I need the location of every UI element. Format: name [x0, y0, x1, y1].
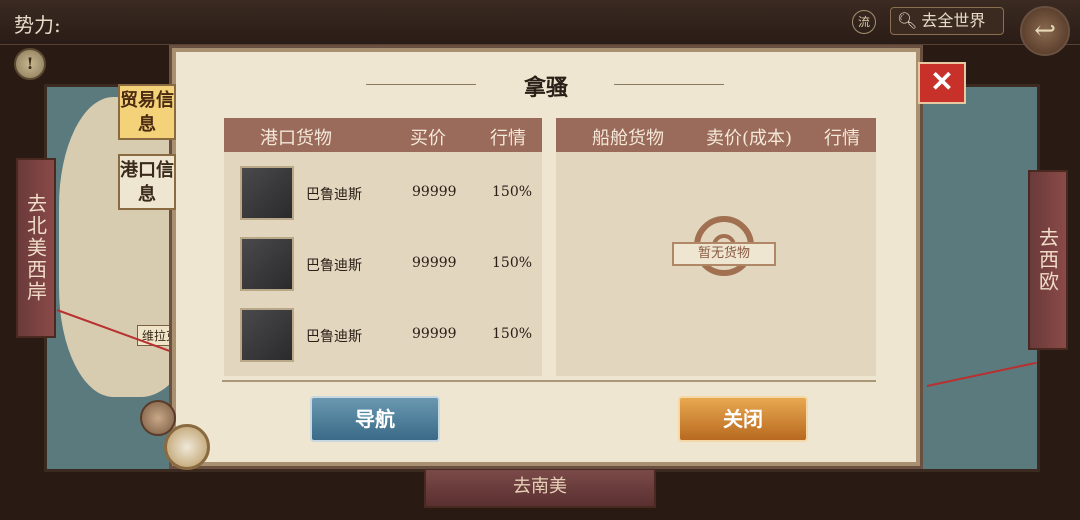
port-goods-table: 港口货物 买价 行情 巴鲁迪斯 99999 150% 巴鲁迪斯 99999 15…	[224, 118, 542, 376]
table-row[interactable]: 巴鲁迪斯 99999 150%	[224, 308, 542, 364]
header-port-goods: 港口货物	[260, 128, 332, 149]
header-ship-cargo: 船舱货物	[592, 128, 664, 149]
goods-name: 巴鲁迪斯	[306, 329, 362, 345]
header-sell-price: 卖价(成本)	[706, 128, 793, 149]
route-line-east	[926, 361, 1037, 387]
go-west-europe-tab[interactable]: 去西欧	[1028, 170, 1068, 350]
header-trend: 行情	[824, 128, 860, 149]
ship-cargo-header: 船舱货物 卖价(成本) 行情	[556, 118, 876, 152]
goods-name: 巴鲁迪斯	[306, 258, 362, 274]
divider	[222, 380, 876, 382]
goods-slot[interactable]	[240, 166, 294, 220]
goods-trend: 150%	[492, 326, 533, 342]
goods-name: 巴鲁迪斯	[306, 187, 362, 203]
top-bar: 势力: 流 🔍︎ 去全世界	[0, 0, 1080, 45]
compass-icon[interactable]	[164, 424, 210, 470]
go-world-label: 去全世界	[921, 11, 986, 30]
search-icon: 🔍︎	[897, 11, 918, 30]
tab-trade-info[interactable]: 贸易信息	[118, 84, 176, 140]
table-row[interactable]: 巴鲁迪斯 99999 150%	[224, 237, 542, 293]
title-ornament-right	[614, 84, 724, 85]
back-button[interactable]: ↩	[1020, 6, 1070, 56]
faction-label: 势力:	[14, 13, 61, 37]
go-south-america-tab[interactable]: 去南美	[424, 468, 656, 508]
port-goods-header: 港口货物 买价 行情	[224, 118, 542, 152]
close-button[interactable]: 关闭	[678, 396, 808, 442]
goods-price: 99999	[412, 255, 457, 271]
goods-trend: 150%	[492, 255, 533, 271]
stream-icon[interactable]: 流	[852, 10, 876, 34]
empty-cargo-indicator: 暂无货物	[672, 214, 776, 298]
goods-trend: 150%	[492, 184, 533, 200]
go-world-button[interactable]: 🔍︎ 去全世界	[890, 7, 1004, 35]
empty-cargo-text: 暂无货物	[672, 242, 776, 266]
navigate-button[interactable]: 导航	[310, 396, 440, 442]
panel-title: 拿骚	[523, 75, 568, 101]
table-row[interactable]: 巴鲁迪斯 99999 150%	[224, 166, 542, 222]
goods-slot[interactable]	[240, 237, 294, 291]
alert-icon[interactable]: !	[14, 48, 46, 80]
goods-price: 99999	[412, 326, 457, 342]
close-icon[interactable]: ✕	[918, 62, 966, 104]
tab-port-info[interactable]: 港口信息	[118, 154, 176, 210]
header-buy-price: 买价	[410, 128, 446, 149]
go-north-america-west-tab[interactable]: 去北美西岸	[16, 158, 56, 338]
goods-price: 99999	[412, 184, 457, 200]
back-arrow-icon: ↩	[1034, 16, 1056, 46]
header-trend: 行情	[490, 128, 526, 149]
goods-slot[interactable]	[240, 308, 294, 362]
